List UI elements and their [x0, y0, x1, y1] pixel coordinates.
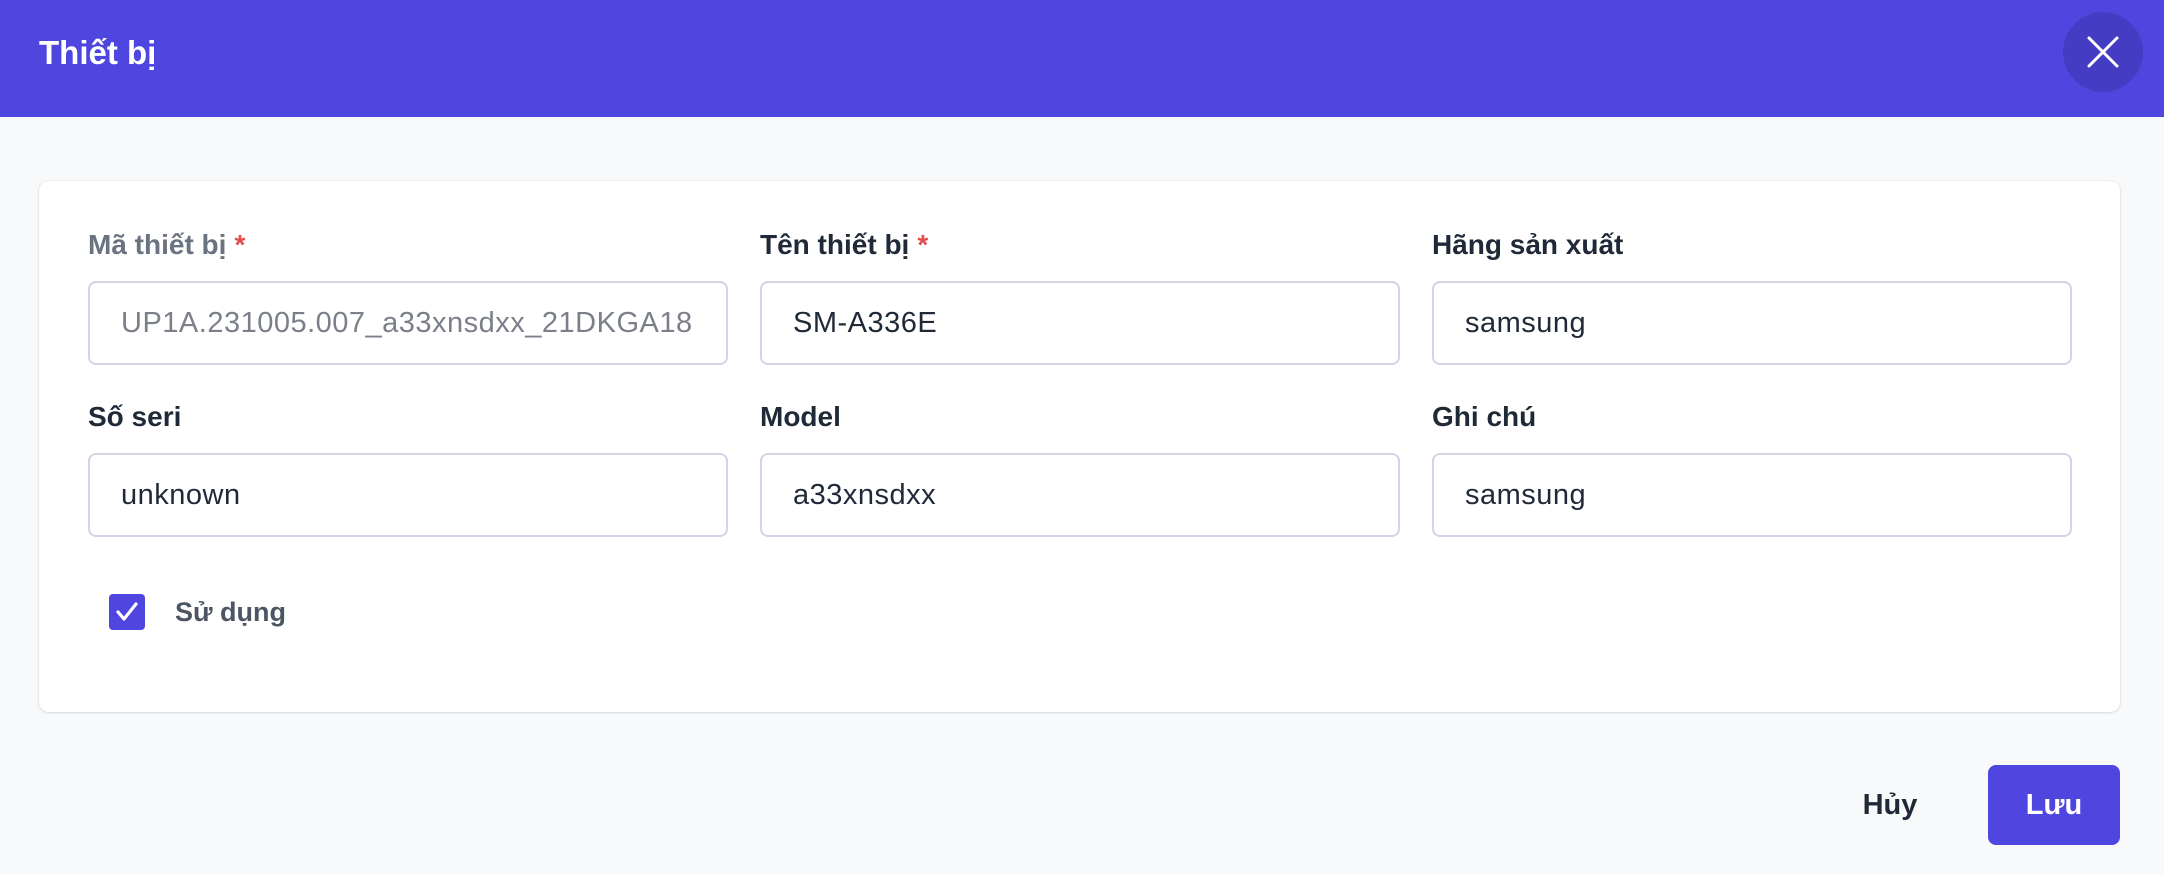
- device-name-field: Tên thiết bị *: [760, 228, 1400, 365]
- active-checkbox[interactable]: [109, 594, 145, 630]
- model-label: Model: [760, 401, 841, 432]
- device-code-label: Mã thiết bị *: [88, 229, 246, 260]
- save-button[interactable]: Lưu: [1988, 765, 2120, 845]
- active-checkbox-label: Sử dụng: [175, 596, 287, 627]
- note-input[interactable]: [1432, 453, 2072, 537]
- manufacturer-field: Hãng sản xuất: [1432, 228, 2072, 365]
- note-field: Ghi chú: [1432, 400, 2072, 537]
- close-button[interactable]: [2063, 12, 2143, 92]
- serial-input[interactable]: [88, 453, 728, 537]
- active-checkbox-row[interactable]: Sử dụng: [109, 594, 286, 630]
- device-code-field: Mã thiết bị *: [88, 228, 728, 365]
- model-input[interactable]: [760, 453, 1400, 537]
- device-code-input: [88, 281, 728, 365]
- note-label: Ghi chú: [1432, 401, 1537, 432]
- check-icon: [116, 602, 138, 621]
- model-field: Model: [760, 400, 1400, 537]
- manufacturer-label: Hãng sản xuất: [1432, 229, 1624, 260]
- device-name-label: Tên thiết bị *: [760, 229, 929, 260]
- required-marker: *: [917, 229, 929, 260]
- close-icon: [2087, 36, 2119, 68]
- required-marker: *: [234, 229, 246, 260]
- dialog-header: Thiết bị: [0, 0, 2164, 117]
- device-name-input[interactable]: [760, 281, 1400, 365]
- cancel-button[interactable]: Hủy: [1841, 772, 1939, 838]
- serial-label: Số seri: [88, 401, 182, 432]
- form-card: Mã thiết bị* Tên thiết bị* Hãng sản xuất…: [39, 181, 2120, 712]
- manufacturer-input[interactable]: [1432, 281, 2072, 365]
- dialog-title: Thiết bị: [39, 34, 157, 71]
- serial-field: Số seri: [88, 400, 728, 537]
